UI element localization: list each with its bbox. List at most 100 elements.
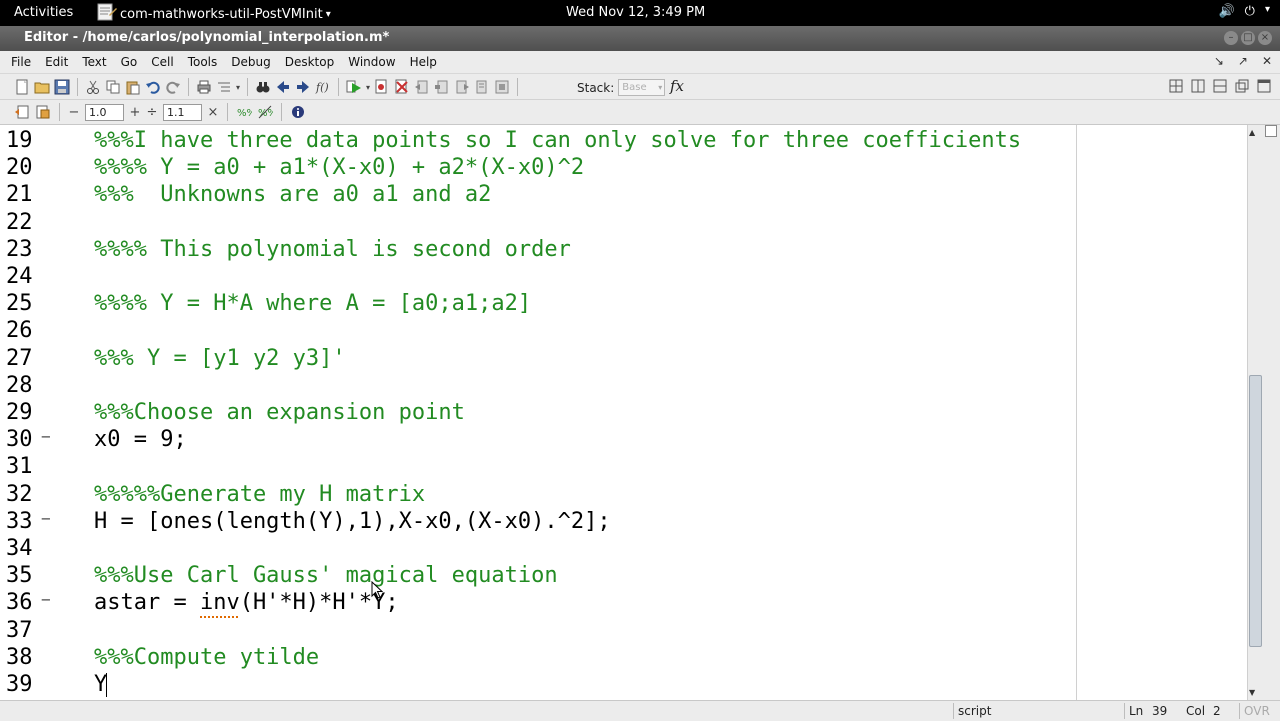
code-line[interactable]: 21 %%% Unknowns are a0 a1 and a2 [0,182,1247,209]
line-number[interactable]: 34 [6,536,36,561]
code-analyzer-warning-underline[interactable] [200,613,238,619]
code-line[interactable]: 24 [0,264,1247,291]
step-icon[interactable] [414,79,430,95]
code-editor[interactable]: 19 %%%I have three data points so I can o… [0,125,1247,700]
redo-icon[interactable] [165,79,181,95]
menu-window[interactable]: Window [348,55,395,69]
line-number[interactable]: 33 [6,509,36,534]
cell-value-input-2[interactable]: 1.1 [163,103,202,121]
code-comment[interactable]: %%%% This polynomial is second order [94,237,571,262]
code-line[interactable]: 32 %%%%%Generate my H matrix [0,482,1247,509]
menu-debug[interactable]: Debug [231,55,270,69]
code-line[interactable]: 34 [0,536,1247,563]
app-menu[interactable]: com-mathworks-util-PostVMInit ▾ [96,3,331,23]
code-line[interactable]: 35 %%%Use Carl Gauss' magical equation [0,563,1247,590]
scroll-down-arrow-icon[interactable]: ▼ [1249,688,1255,697]
line-number[interactable]: 37 [6,618,36,643]
code-line[interactable]: 22 [0,210,1247,237]
copy-icon[interactable] [105,79,121,95]
line-number[interactable]: 31 [6,454,36,479]
paste-icon[interactable] [125,79,141,95]
line-number[interactable]: 29 [6,400,36,425]
menu-file[interactable]: File [11,55,31,69]
publish-cell-icon[interactable]: %% [257,104,273,120]
line-number[interactable]: 20 [6,155,36,180]
clear-breakpoints-icon[interactable] [394,79,410,95]
system-status-area[interactable]: 🔊 ⏻ ▾ [1218,4,1270,19]
code-line[interactable]: 23 %%%% This polynomial is second order [0,237,1247,264]
new-file-icon[interactable] [14,79,30,95]
float-window-icon[interactable] [1234,78,1250,94]
breakpoint-marker[interactable]: − [41,590,51,609]
decrement-button[interactable]: − [68,105,80,120]
cut-icon[interactable] [85,79,101,95]
code-statement[interactable]: x0 = 9; [94,427,187,452]
menu-text[interactable]: Text [82,55,106,69]
menu-help[interactable]: Help [410,55,437,69]
code-line[interactable]: 20 %%%% Y = a0 + a1*(X-x0) + a2*(X-x0)^2 [0,155,1247,182]
set-breakpoint-icon[interactable] [374,79,390,95]
line-number[interactable]: 28 [6,373,36,398]
evaluate-cell-icon[interactable] [35,104,51,120]
function-browser-icon[interactable]: f() [315,79,331,95]
breakpoint-marker[interactable]: − [41,509,51,528]
menu-go[interactable]: Go [121,55,138,69]
code-line[interactable]: 36− astar = inv(H'*H)*H'*Y; [0,590,1247,617]
line-number[interactable]: 35 [6,563,36,588]
menu-edit[interactable]: Edit [45,55,68,69]
continue-icon[interactable] [474,79,490,95]
line-number[interactable]: 39 [6,672,36,697]
code-line[interactable]: 27 %%% Y = [y1 y2 y3]' [0,346,1247,373]
code-line[interactable]: 33− H = [ones(length(Y),1),X-x0,(X-x0).^2… [0,509,1247,536]
code-line[interactable]: 19 %%%I have three data points so I can o… [0,128,1247,155]
menu-cell[interactable]: Cell [151,55,173,69]
scrollbar-thumb[interactable] [1249,375,1262,647]
step-out-icon[interactable] [454,79,470,95]
line-number[interactable]: 24 [6,264,36,289]
open-folder-icon[interactable] [34,79,50,95]
code-line[interactable]: 26 [0,318,1247,345]
print-icon[interactable] [196,79,212,95]
scroll-up-arrow-icon[interactable]: ▲ [1249,128,1255,137]
maximize-button[interactable]: □ [1241,31,1255,45]
increment-button[interactable]: + [129,105,141,120]
code-comment[interactable]: %%%%%Generate my H matrix [94,482,425,507]
dock-icon[interactable]: ↗ [1238,54,1248,68]
split-vertical-icon[interactable] [1190,78,1206,94]
code-comment[interactable]: %%%% Y = a0 + a1*(X-x0) + a2*(X-x0)^2 [94,155,584,180]
code-comment[interactable]: %%%Compute ytilde [94,645,319,670]
insert-cell-icon[interactable] [14,104,30,120]
code-line[interactable]: 31 [0,454,1247,481]
breakpoint-marker[interactable]: − [41,427,51,446]
code-comment[interactable]: %%%I have three data points so I can onl… [94,128,1021,153]
multiply-button[interactable]: × [207,105,219,120]
save-icon[interactable] [54,79,70,95]
line-number[interactable]: 36 [6,590,36,615]
info-icon[interactable] [290,104,306,120]
step-in-icon[interactable] [434,79,450,95]
code-comment[interactable]: %%% Unknowns are a0 a1 and a2 [94,182,491,207]
undock-icon[interactable]: ↘ [1214,54,1224,68]
undo-icon[interactable] [145,79,161,95]
run-icon[interactable] [346,79,362,95]
maximize-doc-icon[interactable] [1256,78,1272,94]
code-comment[interactable]: %%%% Y = H*A where A = [a0;a1;a2] [94,291,531,316]
line-number[interactable]: 19 [6,128,36,153]
line-number[interactable]: 21 [6,182,36,207]
code-line[interactable]: 39 Y [0,672,1247,699]
chevron-down-icon[interactable]: ▾ [236,83,240,92]
activities-button[interactable]: Activities [14,5,73,20]
smart-indent-icon[interactable] [216,79,232,95]
close-window-button[interactable]: × [1258,31,1272,45]
line-number[interactable]: 30 [6,427,36,452]
split-horizontal-icon[interactable] [1212,78,1228,94]
editor-vertical-scrollbar[interactable]: ▲ ▼ [1247,125,1262,700]
code-line[interactable]: 38 %%%Compute ytilde [0,645,1247,672]
divide-button[interactable]: ÷ [146,105,158,120]
menu-tools[interactable]: Tools [188,55,218,69]
show-cell-titles-icon[interactable]: %% [236,104,252,120]
chevron-down-icon[interactable]: ▾ [366,83,370,92]
code-line[interactable]: 30− x0 = 9; [0,427,1247,454]
tile-layout-icon[interactable] [1168,78,1184,94]
minimize-button[interactable]: – [1224,31,1238,45]
